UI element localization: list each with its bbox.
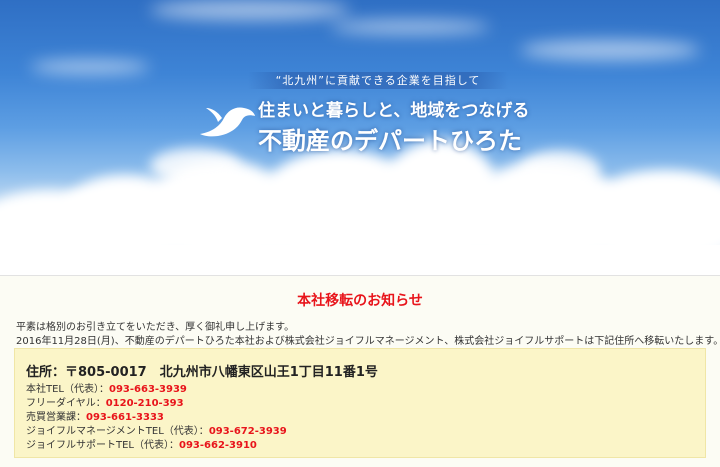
separator-band <box>0 245 720 276</box>
tel-row-support: ジョイフルサポートTEL（代表）：093-662-3910 <box>26 436 257 451</box>
tel-label: ジョイフルサポートTEL（代表）： <box>26 440 179 451</box>
notice-greeting: 平素は格別のお引き立てをいただき、厚く御礼申し上げます。 <box>16 322 295 333</box>
tel-row-freedial: フリーダイヤル：0120-210-393 <box>26 394 184 409</box>
tel-number[interactable]: 093-662-3910 <box>179 440 257 451</box>
new-address: 住所：〒805-0017 北九州市八幡東区山王1丁目11番1号 <box>26 365 378 380</box>
tel-row-management: ジョイフルマネージメントTEL（代表）：093-672-3939 <box>26 422 287 437</box>
white-bird-logo-icon <box>200 107 255 137</box>
tel-row-main: 本社TEL（代表）：093-663-3939 <box>26 380 187 395</box>
notice-title: 本社移転のお知らせ <box>297 293 423 309</box>
tel-row-sales: 売買営業課：093-661-3333 <box>26 408 164 423</box>
notice-body: 2016年11月28日(月)、不動産のデパートひろた本社および株式会社ジョイフル… <box>16 336 720 347</box>
headline-tagline: 住まいと暮らしと、地域をつなげる <box>258 101 530 121</box>
company-name-heading: 不動産のデパートひろた <box>258 127 522 155</box>
hero-banner: “北九州”に貢献できる企業を目指して 住まいと暮らしと、地域をつなげる 不動産の… <box>0 0 720 245</box>
tagline-banner: “北九州”に貢献できる企業を目指して <box>248 72 508 89</box>
